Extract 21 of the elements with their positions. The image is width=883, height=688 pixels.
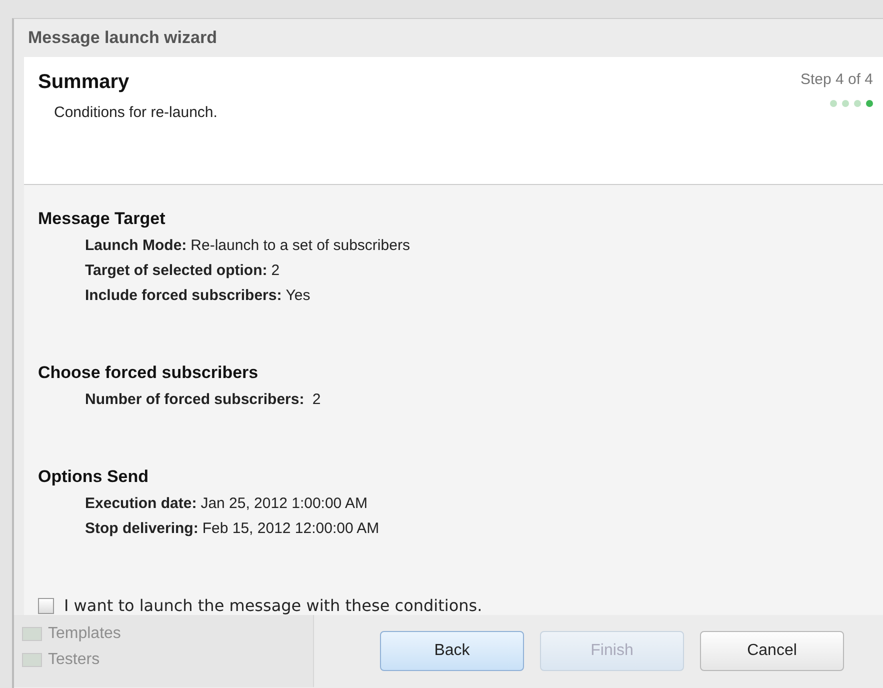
summary-line: Number of forced subscribers: 2 xyxy=(84,390,322,410)
wizard-button[interactable]: Cancel xyxy=(700,631,844,671)
checkbox[interactable] xyxy=(38,598,54,614)
summary-line: Include forced subscribers: Yes xyxy=(84,286,312,306)
summary-line: Target of selected option: 2 xyxy=(84,261,281,281)
wizard-button[interactable]: Back xyxy=(380,631,524,671)
sidebar-item: Testers xyxy=(48,651,100,669)
dialog-title: Message launch wizard xyxy=(27,27,218,49)
step-counter: Step 4 of 4 xyxy=(800,71,873,88)
list-icon xyxy=(22,653,42,667)
checkbox-label: I want to launch the message with these conditions. xyxy=(64,596,482,615)
summary-line: Execution date: Jan 25, 2012 1:00:00 AM xyxy=(84,494,368,514)
section-heading: Choose forced subscribers xyxy=(38,363,260,383)
section-heading: Options Send xyxy=(38,467,150,487)
summary-line: Stop delivering: Feb 15, 2012 12:00:00 AM xyxy=(84,519,380,539)
page-title: Summary xyxy=(38,71,130,94)
page-subtitle: Conditions for re-launch. xyxy=(54,104,218,121)
sidebar-item: Templates xyxy=(48,625,121,643)
section-heading: Message Target xyxy=(38,209,166,229)
list-icon xyxy=(22,627,42,641)
summary-line: Launch Mode: Re-launch to a set of subscribers xyxy=(84,236,411,256)
